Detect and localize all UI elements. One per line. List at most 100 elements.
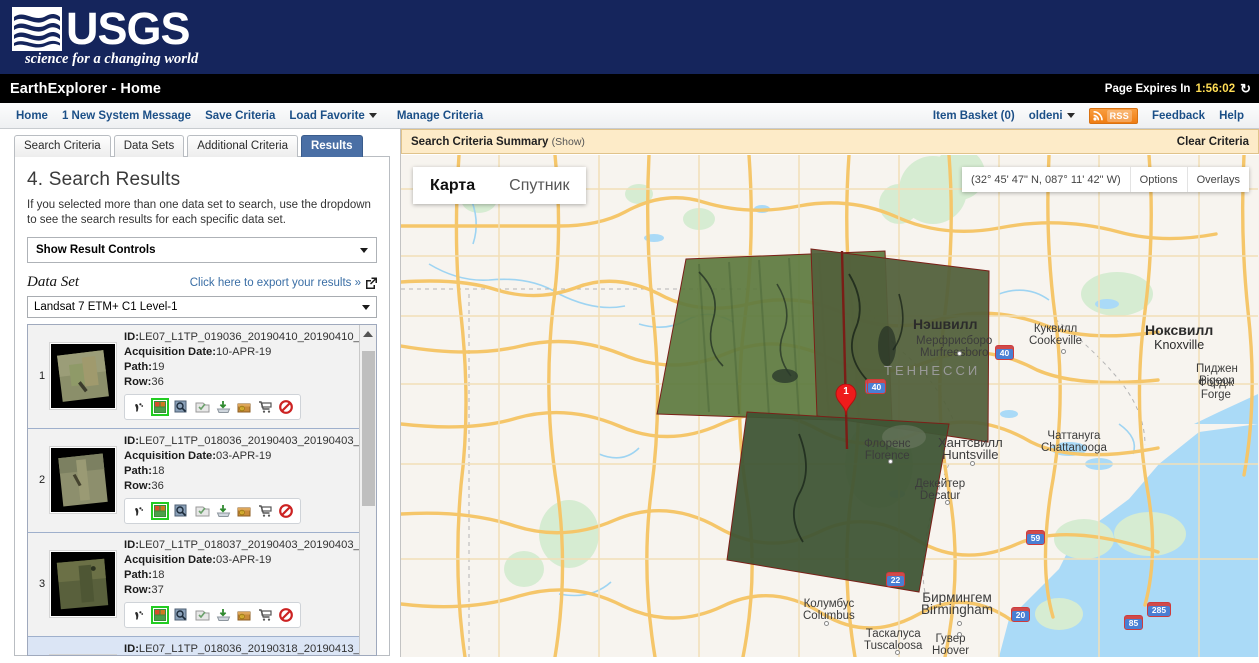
result-thumbnail[interactable] xyxy=(49,342,117,410)
map-result-marker[interactable]: 1 xyxy=(835,383,857,416)
show-metadata-icon[interactable] xyxy=(172,502,190,520)
show-footprint-icon[interactable] xyxy=(130,398,148,416)
show-result-controls-dropdown[interactable]: Show Result Controls xyxy=(27,237,377,263)
result-path-line: Path:18 xyxy=(124,568,355,583)
export-results-link[interactable]: Click here to export your results » xyxy=(190,277,377,289)
result-row-label: Row: xyxy=(124,480,152,492)
nav-bar: Home 1 New System Message Save Criteria … xyxy=(0,103,1259,129)
map-city-dot xyxy=(824,621,829,626)
show-footprint-icon[interactable] xyxy=(130,606,148,624)
show-browse-overlay-icon[interactable] xyxy=(151,398,169,416)
map-options-button[interactable]: Options xyxy=(1129,167,1187,192)
chevron-down-icon xyxy=(360,247,368,253)
nav-help[interactable]: Help xyxy=(1212,110,1251,122)
nav-item-basket[interactable]: Item Basket (0) xyxy=(926,110,1022,122)
add-to-basket-icon[interactable] xyxy=(256,606,274,624)
dataset-select-value: Landsat 7 ETM+ C1 Level-1 xyxy=(34,301,178,313)
tab-additional-criteria[interactable]: Additional Criteria xyxy=(187,135,298,157)
nav-user-menu[interactable]: oldeni xyxy=(1022,110,1082,122)
earthexplorer-page: USGS science for a changing world EarthE… xyxy=(0,0,1259,663)
nav-load-favorite[interactable]: Load Favorite xyxy=(282,110,383,122)
tab-search-criteria[interactable]: Search Criteria xyxy=(14,135,111,157)
show-metadata-icon[interactable] xyxy=(172,398,190,416)
session-expiry: Page Expires In 1:56:02 ↻ xyxy=(1105,82,1251,95)
map-city-dot xyxy=(1061,349,1066,354)
result-info: ID:LE07_L1TP_018036_20190403_20190403_01… xyxy=(116,434,359,524)
exclude-scene-icon[interactable] xyxy=(277,502,295,520)
compare-browse-icon[interactable] xyxy=(193,398,211,416)
show-footprint-icon[interactable] xyxy=(130,502,148,520)
result-thumbnail[interactable] xyxy=(49,550,117,618)
bulk-download-icon[interactable]: ! xyxy=(235,606,253,624)
result-info: ID:LE07_L1TP_018037_20190403_20190403_01… xyxy=(116,538,359,628)
result-id-label: ID: xyxy=(124,435,139,447)
map-city-dot xyxy=(957,351,962,356)
highway-shield-icon: 40 xyxy=(867,379,886,394)
criteria-summary-show-link[interactable]: (Show) xyxy=(552,136,585,148)
exclude-scene-icon[interactable] xyxy=(277,606,295,624)
map-canvas[interactable]: Карта Спутник (32° 45' 47" N, 087° 11' 4… xyxy=(401,155,1259,657)
rss-button[interactable]: RSS xyxy=(1088,107,1139,124)
show-browse-overlay-icon[interactable] xyxy=(151,502,169,520)
map-type-karta[interactable]: Карта xyxy=(413,167,492,204)
map-panel: Search Criteria Summary (Show) Clear Cri… xyxy=(400,129,1259,657)
nav-save-criteria[interactable]: Save Criteria xyxy=(198,110,282,122)
result-row-value: 36 xyxy=(151,376,164,388)
result-acq-label: Acquisition Date: xyxy=(124,554,216,566)
download-options-icon[interactable] xyxy=(214,502,232,520)
map-coordinates-readout: (32° 45' 47" N, 087° 11' 42" W) xyxy=(971,173,1121,186)
compare-browse-icon[interactable] xyxy=(193,606,211,624)
add-to-basket-icon[interactable] xyxy=(256,502,274,520)
table-row[interactable]: 3 ID:LE07_L1TP_018037_20190403_20190403_… xyxy=(28,533,359,637)
map-top-right-controls: (32° 45' 47" N, 087° 11' 42" W) Options … xyxy=(962,167,1249,192)
result-id-value: LE07_L1TP_018036_20190318_20190413_01_T1 xyxy=(138,643,359,655)
tab-data-sets[interactable]: Data Sets xyxy=(113,135,185,157)
map-type-sputnik[interactable]: Спутник xyxy=(492,167,586,204)
svg-text:!: ! xyxy=(241,406,242,411)
result-path-label: Path: xyxy=(124,465,152,477)
usgs-logo[interactable]: USGS science for a changing world xyxy=(12,6,198,69)
download-options-icon[interactable] xyxy=(214,606,232,624)
chevron-down-icon xyxy=(368,112,377,118)
nav-home[interactable]: Home xyxy=(9,110,55,122)
result-id-line: ID:LE07_L1TP_018036_20190318_20190413_01… xyxy=(124,642,359,655)
nav-manage-criteria[interactable]: Manage Criteria xyxy=(390,110,490,122)
svg-text:!: ! xyxy=(241,510,242,515)
map-overlays-button[interactable]: Overlays xyxy=(1186,167,1249,192)
usgs-header: USGS science for a changing world xyxy=(0,0,1259,74)
results-scrollbar[interactable] xyxy=(359,325,376,655)
result-row-line: Row:36 xyxy=(124,375,355,390)
result-id-line: ID:LE07_L1TP_018037_20190403_20190403_01… xyxy=(124,538,359,553)
bulk-download-icon[interactable]: ! xyxy=(235,502,253,520)
table-row[interactable]: 4 ID:L xyxy=(28,637,359,655)
nav-right-group: Item Basket (0) oldeni RSS Feedback Help xyxy=(926,107,1251,124)
result-id-line: ID:LE07_L1TP_018036_20190403_20190403_01… xyxy=(124,434,359,449)
scroll-up-arrow-icon[interactable] xyxy=(360,325,376,342)
show-result-controls-label: Show Result Controls xyxy=(36,244,156,256)
main-body: Search Criteria Data Sets Additional Cri… xyxy=(0,129,1259,657)
scrollbar-thumb[interactable] xyxy=(362,351,375,506)
tab-results[interactable]: Results xyxy=(300,135,363,157)
result-thumbnail[interactable] xyxy=(49,446,117,514)
add-to-basket-icon[interactable] xyxy=(256,398,274,416)
download-options-icon[interactable] xyxy=(214,398,232,416)
compare-browse-icon[interactable] xyxy=(193,502,211,520)
table-row[interactable]: 2 ID:LE07_L1TP_018036_20190403_20190403_… xyxy=(28,429,359,533)
result-action-bar: ! xyxy=(124,602,301,628)
nav-system-message[interactable]: 1 New System Message xyxy=(55,110,198,122)
result-path-value: 19 xyxy=(151,361,165,373)
map-marker-number: 1 xyxy=(843,386,849,397)
show-metadata-icon[interactable] xyxy=(172,606,190,624)
result-index: 3 xyxy=(38,578,46,590)
dataset-select[interactable]: Landsat 7 ETM+ C1 Level-1 xyxy=(27,296,377,318)
clear-criteria-link[interactable]: Clear Criteria xyxy=(1177,136,1249,148)
bulk-download-icon[interactable]: ! xyxy=(235,398,253,416)
nav-feedback[interactable]: Feedback xyxy=(1145,110,1212,122)
map-city-dot xyxy=(945,500,950,505)
highway-shield-icon: 85 xyxy=(1124,615,1143,630)
nav-user-label: oldeni xyxy=(1028,109,1063,122)
refresh-icon[interactable]: ↻ xyxy=(1240,82,1251,95)
exclude-scene-icon[interactable] xyxy=(277,398,295,416)
table-row[interactable]: 1 ID:LE07_L1TP_019036_20190410_20190410_… xyxy=(28,325,359,429)
show-browse-overlay-icon[interactable] xyxy=(151,606,169,624)
